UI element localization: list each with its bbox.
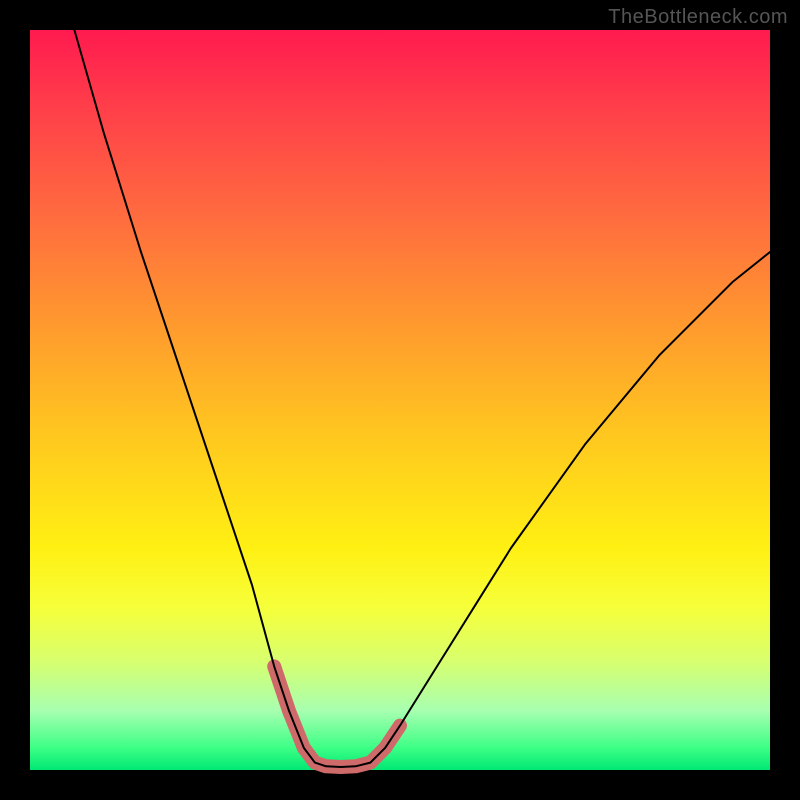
watermark-text: TheBottleneck.com xyxy=(608,6,788,29)
chart-svg xyxy=(30,30,770,770)
chart-frame: TheBottleneck.com xyxy=(0,0,800,800)
plot-area xyxy=(30,30,770,770)
bottleneck-curve-path xyxy=(74,30,770,767)
